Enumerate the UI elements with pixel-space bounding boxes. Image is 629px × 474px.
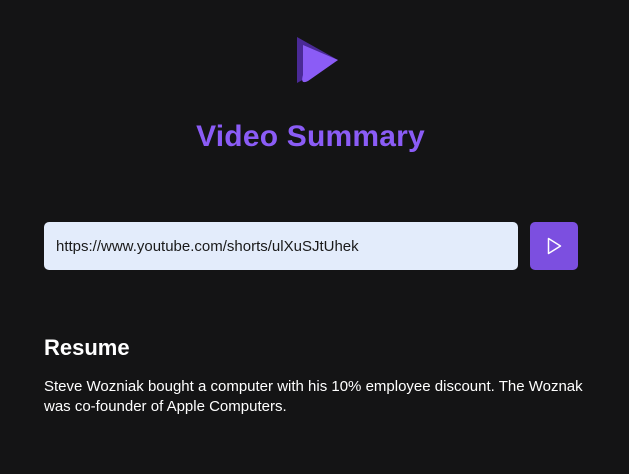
submit-button[interactable] bbox=[530, 222, 578, 270]
play-logo-icon bbox=[297, 37, 338, 83]
url-input[interactable] bbox=[44, 222, 518, 270]
play-icon bbox=[547, 237, 562, 255]
result-heading: Resume bbox=[44, 335, 130, 360]
app-logo bbox=[294, 35, 340, 87]
summary-text: Steve Wozniak bought a computer with his… bbox=[44, 378, 583, 415]
page-title: Video Summary bbox=[196, 120, 425, 154]
